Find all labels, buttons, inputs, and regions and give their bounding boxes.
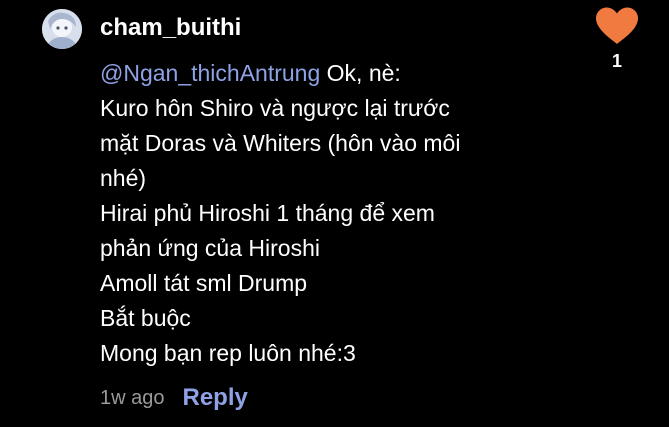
comment-text: Ok, nè: — [320, 60, 401, 86]
comment-line: Mong bạn rep luôn nhé:3 — [100, 340, 356, 366]
comment-line: phản ứng của Hiroshi — [100, 235, 320, 261]
user-avatar[interactable] — [42, 9, 82, 49]
mention-link[interactable]: @Ngan_thichAntrung — [100, 60, 320, 86]
like-group: 1 — [594, 6, 640, 72]
reply-button[interactable]: Reply — [183, 384, 248, 412]
comment-line: nhé) — [100, 165, 147, 191]
comment-footer: 1w ago Reply — [100, 380, 248, 416]
comment-body: @Ngan_thichAntrung Ok, nè: Kuro hôn Shir… — [100, 56, 530, 371]
comment-line: Kuro hôn Shiro và ngược lại trước — [100, 95, 450, 121]
comment-item: cham_buithi 1 @Ngan_thichAntrung Ok, nè:… — [0, 0, 669, 427]
heart-icon[interactable] — [594, 6, 640, 46]
timestamp: 1w ago — [100, 386, 165, 409]
like-count: 1 — [611, 51, 622, 71]
comment-line: Bắt buộc — [100, 305, 191, 331]
comment-line: mặt Doras và Whiters (hôn vào môi — [100, 130, 461, 156]
comment-line: Hirai phủ Hiroshi 1 tháng để xem — [100, 200, 435, 226]
comment-line: Amoll tát sml Drump — [100, 270, 308, 296]
comment-first-line: @Ngan_thichAntrung Ok, nè: — [100, 56, 530, 91]
avatar-image-icon — [42, 9, 82, 49]
username[interactable]: cham_buithi — [100, 12, 241, 44]
